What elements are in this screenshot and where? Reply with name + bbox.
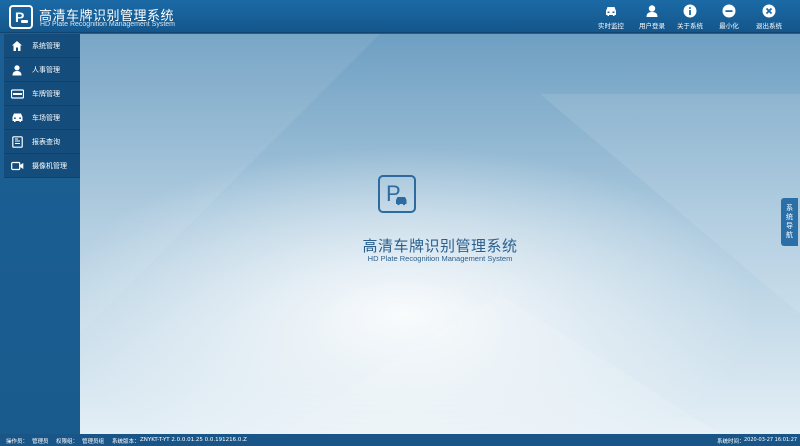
user-login-button[interactable]: 用户登录 <box>632 4 672 31</box>
nav-tab-char: 统 <box>786 213 793 221</box>
about-system-label: 关于系统 <box>677 22 703 30</box>
nav-tab-char: 航 <box>786 231 793 239</box>
close-icon <box>762 4 776 18</box>
sidebar-item-label: 车场管理 <box>32 113 60 122</box>
welcome-title: 高清车牌识别管理系统 <box>362 237 518 255</box>
info-icon <box>683 4 697 18</box>
operator-label: 操作员： <box>6 439 29 445</box>
sidebar-item-plate[interactable]: 车牌管理 <box>4 82 80 106</box>
home-icon <box>10 39 24 53</box>
welcome-subtitle: HD Plate Recognition Management System <box>367 254 513 263</box>
background-facet <box>80 34 380 334</box>
sidebar-item-label: 报表查询 <box>32 137 60 146</box>
camera-icon <box>10 159 24 173</box>
title-bar: P 高清车牌识别管理系统 HD Plate Recognition Manage… <box>0 0 800 33</box>
version-value: ZNYKT-T-YT 2.0.0.01.25 0.0.191216.0.Z <box>140 437 247 443</box>
permission-label: 权限组： <box>56 439 79 445</box>
car-icon <box>604 4 618 18</box>
permission-value: 管理员组 <box>82 439 105 445</box>
time-label: 系统时间： <box>717 439 745 445</box>
user-icon <box>645 4 659 18</box>
sidebar-item-parking[interactable]: 车场管理 <box>4 106 80 130</box>
sidebar-item-label: 车牌管理 <box>32 89 60 98</box>
time-value: 2020-03-27 16:01:27 <box>744 437 798 443</box>
sidebar-menu: 系统管理 人事管理 车牌管理 车场管理 报表查询 摄像机管理 <box>4 34 80 178</box>
status-bar: 操作员： 管理员 权限组： 管理员组 系统版本： ZNYKT-T-YT 2.0.… <box>0 434 800 446</box>
sidebar-item-camera[interactable]: 摄像机管理 <box>4 154 80 178</box>
sidebar-item-personnel[interactable]: 人事管理 <box>4 58 80 82</box>
realtime-monitor-button[interactable]: 实时监控 <box>591 4 631 31</box>
report-icon <box>10 135 24 149</box>
operator-value: 管理员 <box>32 439 49 445</box>
car-icon <box>10 111 24 125</box>
main-content: P 高清车牌识别管理系统 HD Plate Recognition Manage… <box>80 34 800 434</box>
background-facet <box>280 294 720 434</box>
logo-p-icon: P <box>15 9 28 25</box>
plate-icon <box>10 87 24 101</box>
app-subtitle: HD Plate Recognition Management System <box>40 21 176 28</box>
system-navigation-tab[interactable]: 系 统 导 航 <box>781 198 798 246</box>
realtime-monitor-label: 实时监控 <box>598 22 624 30</box>
nav-tab-char: 导 <box>786 222 793 230</box>
logo-p-icon: P <box>386 181 407 206</box>
person-icon <box>10 63 24 77</box>
nav-tab-char: 系 <box>786 204 793 212</box>
center-logo: P <box>378 175 416 213</box>
sidebar-item-label: 人事管理 <box>32 65 60 74</box>
background-facet <box>540 94 800 314</box>
minimize-label: 最小化 <box>719 22 739 30</box>
sidebar: 系统管理 人事管理 车牌管理 车场管理 报表查询 摄像机管理 <box>0 34 80 434</box>
app-logo: P <box>9 5 33 29</box>
sidebar-item-label: 系统管理 <box>32 41 60 50</box>
version-label: 系统版本： <box>112 439 140 445</box>
exit-system-button[interactable]: 退出系统 <box>749 4 789 31</box>
user-login-label: 用户登录 <box>639 22 665 30</box>
sidebar-item-report[interactable]: 报表查询 <box>4 130 80 154</box>
exit-system-label: 退出系统 <box>756 22 782 30</box>
sidebar-item-label: 摄像机管理 <box>32 161 67 170</box>
minimize-button[interactable]: 最小化 <box>709 4 749 31</box>
minimize-icon <box>722 4 736 18</box>
sidebar-item-system[interactable]: 系统管理 <box>4 34 80 58</box>
about-system-button[interactable]: 关于系统 <box>670 4 710 31</box>
